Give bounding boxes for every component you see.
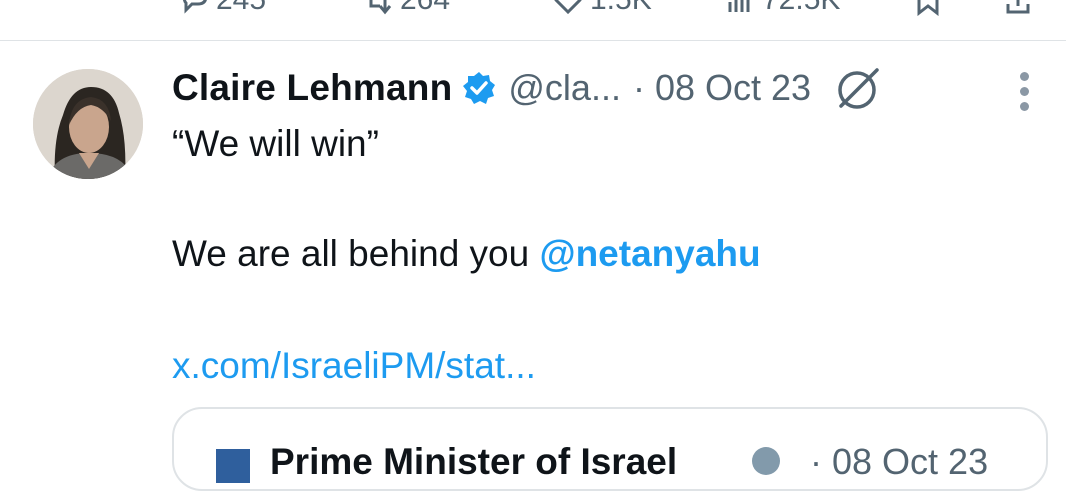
author-name[interactable]: Claire Lehmann: [172, 67, 452, 109]
tweet-header: Claire Lehmann @cla... · 08 Oct 23: [172, 66, 881, 110]
views-icon: [728, 0, 750, 12]
tweet-date[interactable]: · 08 Oct 23: [633, 67, 811, 109]
like-button[interactable]: 1.5K: [552, 0, 652, 16]
views-button[interactable]: 72.5K: [724, 0, 840, 16]
tweet-text-prefix: We are all behind you: [172, 233, 540, 274]
repost-count: 264: [400, 0, 450, 15]
mention-link[interactable]: @netanyahu: [540, 233, 761, 274]
tweet-text-line-1: “We will win”: [172, 123, 379, 164]
quoted-verified-badge-icon: [752, 447, 780, 475]
tweet-divider: [0, 40, 1066, 41]
bookmark-button[interactable]: [912, 0, 944, 16]
tweet-text-line-2: We are all behind you @netanyahu: [172, 232, 761, 276]
avatar-photo: [33, 69, 143, 179]
repost-button[interactable]: 264: [362, 0, 450, 16]
avatar[interactable]: [33, 69, 143, 179]
quoted-tweet-date: · 08 Oct 23: [810, 441, 989, 482]
reply-icon: [182, 0, 207, 14]
quoted-avatar: [216, 449, 250, 483]
share-icon: [1006, 0, 1030, 14]
grok-icon[interactable]: [833, 64, 881, 112]
quoted-tweet-card[interactable]: Prime Minister of Israel · 08 Oct 23: [172, 407, 1048, 491]
tweet-url-link[interactable]: x.com/IsraeliPM/stat...: [172, 344, 536, 388]
like-count: 1.5K: [590, 0, 652, 15]
quoted-author-name: Prime Minister of Israel: [270, 441, 678, 482]
heart-icon: [554, 0, 582, 15]
previous-tweet-action-bar: 245 264 1.5K 72.5K: [0, 0, 1066, 40]
author-handle[interactable]: @cla...: [508, 67, 621, 109]
repost-icon: [369, 0, 392, 15]
views-count: 72.5K: [762, 0, 840, 15]
verified-badge-icon: [463, 72, 496, 104]
reply-button[interactable]: 245: [178, 0, 266, 16]
share-button[interactable]: [1002, 0, 1034, 16]
bookmark-icon: [917, 0, 939, 16]
reply-count: 245: [216, 0, 266, 15]
more-options-icon[interactable]: [1015, 72, 1035, 112]
